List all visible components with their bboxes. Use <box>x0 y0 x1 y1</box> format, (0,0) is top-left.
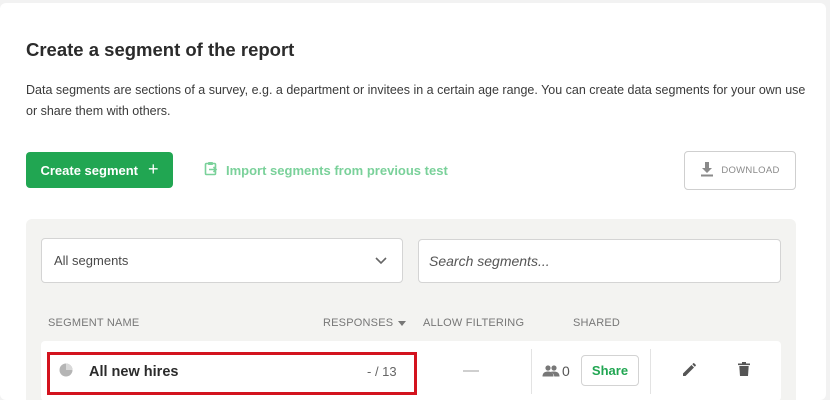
shared-count: 0 <box>562 363 570 379</box>
download-label: DOWNLOAD <box>721 165 780 176</box>
allow-filtering-dash <box>463 370 479 372</box>
users-icon <box>542 364 560 382</box>
share-button[interactable]: Share <box>581 355 639 386</box>
column-header-shared: SHARED <box>573 317 621 329</box>
import-segments-link[interactable]: Import segments from previous test <box>204 160 448 180</box>
column-header-segment-name: SEGMENT NAME <box>48 317 140 329</box>
import-segments-label: Import segments from previous test <box>226 162 448 178</box>
page-description: Data segments are sections of a survey, … <box>26 83 806 118</box>
plus-icon: + <box>148 159 159 179</box>
pencil-icon[interactable] <box>682 363 696 382</box>
column-divider <box>650 349 651 394</box>
column-header-allow-filtering: ALLOW FILTERING <box>423 317 525 329</box>
create-segment-button[interactable]: Create segment + <box>26 152 173 188</box>
segment-name: All new hires <box>89 364 179 380</box>
segment-card: Create a segment of the report Data segm… <box>0 3 826 400</box>
search-segments-input[interactable] <box>418 239 781 283</box>
column-header-responses-label: RESPONSES <box>323 317 394 329</box>
trash-icon[interactable] <box>738 362 750 381</box>
clipboard-import-icon <box>204 161 218 179</box>
download-icon <box>700 161 714 180</box>
segment-responses: - / 13 <box>367 364 397 379</box>
column-divider <box>531 349 532 394</box>
chevron-down-icon <box>375 253 387 268</box>
segments-select-value: All segments <box>54 253 129 268</box>
create-segment-label: Create segment <box>40 162 139 178</box>
segments-panel: All segments SEGMENT NAME RESPONSES ALLO… <box>26 219 796 400</box>
column-header-responses[interactable]: RESPONSES <box>323 317 407 329</box>
download-button[interactable]: DOWNLOAD <box>684 151 796 190</box>
page-title: Create a segment of the report <box>26 39 295 60</box>
pie-chart-icon <box>59 363 73 382</box>
table-row[interactable]: All new hires - / 13 0 Share <box>41 341 781 400</box>
sort-caret-down-icon <box>398 317 407 329</box>
segments-select[interactable]: All segments <box>41 238 403 283</box>
